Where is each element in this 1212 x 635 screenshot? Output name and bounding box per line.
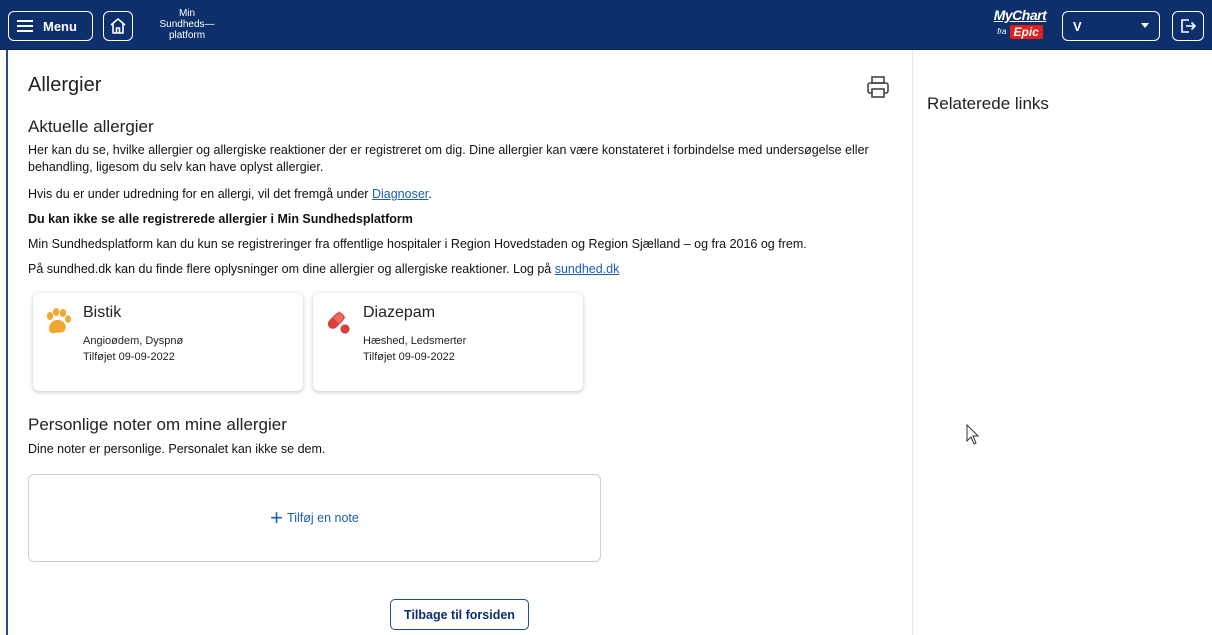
- left-edge: [0, 50, 8, 635]
- mouse-cursor-icon: [966, 424, 980, 445]
- page-title: Allergier: [28, 74, 102, 96]
- epic-logo: Epic: [1009, 24, 1043, 39]
- notes-box: + Tilføj en note: [28, 474, 601, 562]
- print-icon[interactable]: [865, 74, 891, 100]
- back-to-home-button[interactable]: Tilbage til forsiden: [390, 599, 529, 630]
- allergy-name: Bistik: [83, 304, 122, 321]
- logout-icon: [1181, 19, 1196, 33]
- allergy-name: Diazepam: [363, 304, 436, 321]
- allergy-reactions: Hæshed, Ledsmerter: [363, 335, 467, 347]
- add-note-button[interactable]: + Tilføj en note: [270, 505, 359, 530]
- allergy-card-bistik[interactable]: Bistik Angioødem, Dyspnø Tilføjet 09-09-…: [33, 293, 303, 391]
- top-navigation-bar: Menu Min Sundheds— platform MyChart fra E…: [0, 0, 1212, 50]
- intro-text: Her kan du se, hvilke allergier og aller…: [28, 143, 869, 174]
- pill-icon: [327, 311, 351, 335]
- allergy-added-date: Tilføjet 09-09-2022: [363, 351, 455, 363]
- sundhed-text: På sundhed.dk kan du finde flere oplysni…: [28, 261, 888, 278]
- user-select[interactable]: V: [1062, 11, 1160, 41]
- main-content: Allergier Aktuelle allergier Her kan du …: [10, 50, 912, 635]
- mychart-logo: MyChart fra Epic: [986, 8, 1054, 44]
- menu-label: Menu: [43, 18, 77, 34]
- app-logo[interactable]: Min Sundheds— platform: [142, 8, 232, 41]
- allergy-card-diazepam[interactable]: Diazepam Hæshed, Ledsmerter Tilføjet 09-…: [313, 293, 583, 391]
- scope-text: Min Sundhedsplatform kan du kun se regis…: [28, 237, 807, 251]
- hamburger-icon: [17, 20, 33, 32]
- sundhed-prefix: På sundhed.dk kan du finde flere oplysni…: [28, 262, 555, 276]
- paw-icon: [46, 308, 71, 334]
- logout-button[interactable]: [1172, 11, 1204, 41]
- related-links-title: Relaterede links: [927, 94, 1049, 113]
- allergy-added-date: Tilføjet 09-09-2022: [83, 351, 175, 363]
- diagnoses-link[interactable]: Diagnoser: [372, 187, 428, 201]
- diagnosis-text: Hvis du er under udredning for en allerg…: [28, 186, 888, 203]
- sundhed-link[interactable]: sundhed.dk: [555, 262, 620, 276]
- current-allergies-title: Aktuelle allergier: [28, 117, 154, 136]
- brand-line-1: Min: [178, 8, 196, 19]
- notes-description: Dine noter er personlige. Personalet kan…: [28, 442, 326, 456]
- plus-icon: +: [270, 505, 284, 530]
- caret-down-icon: [1141, 23, 1149, 28]
- diagnosis-prefix: Hvis du er under udredning for en allerg…: [28, 187, 372, 201]
- add-note-label: Tilføj en note: [287, 511, 359, 525]
- brand-line-2: Sundheds—: [159, 19, 215, 30]
- related-links-sidebar: Relaterede links: [912, 50, 1212, 635]
- menu-button[interactable]: Menu: [8, 11, 93, 41]
- home-icon: [110, 18, 126, 34]
- home-button[interactable]: [103, 11, 133, 41]
- brand-line-3: platform: [168, 30, 206, 41]
- mychart-fra: fra: [997, 27, 1007, 37]
- warning-text: Du kan ikke se alle registrerede allergi…: [28, 212, 413, 226]
- user-select-value: V: [1073, 18, 1082, 34]
- diagnosis-suffix: .: [428, 187, 432, 201]
- personal-notes-title: Personlige noter om mine allergier: [28, 415, 287, 434]
- mychart-text: MyChart: [993, 7, 1047, 23]
- allergy-reactions: Angioødem, Dyspnø: [83, 335, 184, 347]
